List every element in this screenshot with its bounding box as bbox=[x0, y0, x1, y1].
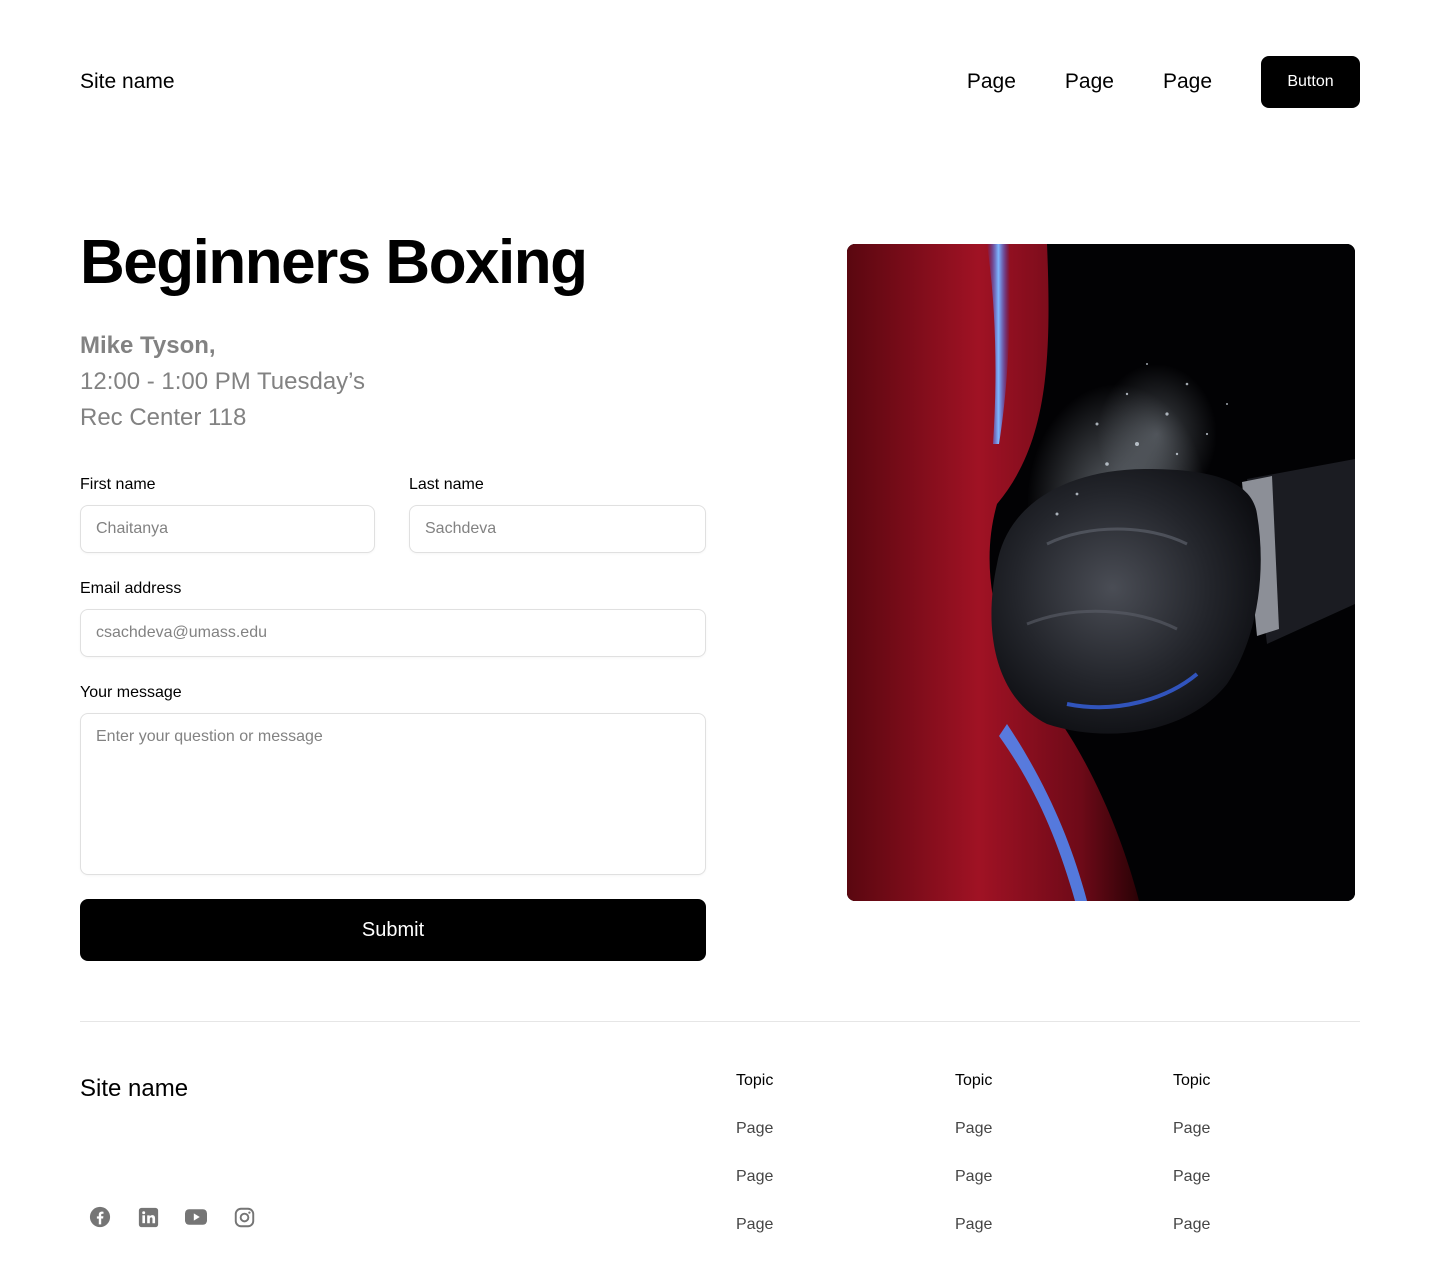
boxing-photo bbox=[847, 244, 1355, 901]
nav-link-page-3[interactable]: Page bbox=[1163, 70, 1212, 94]
footer-topic: Topic bbox=[1173, 1072, 1211, 1089]
nav-link-page-1[interactable]: Page bbox=[967, 70, 1016, 94]
footer-column-1: Topic Page Page Page bbox=[736, 1070, 773, 1262]
linkedin-icon[interactable] bbox=[136, 1205, 160, 1229]
name-row: First name Chaitanya Last name Sachdeva bbox=[80, 474, 706, 553]
footer-link[interactable]: Page bbox=[736, 1214, 773, 1236]
nav-links: Page Page Page Button bbox=[967, 56, 1360, 108]
message-textarea[interactable]: Enter your question or message bbox=[80, 713, 706, 875]
footer-column-3: Topic Page Page Page bbox=[1173, 1070, 1210, 1262]
footer-link[interactable]: Page bbox=[1173, 1214, 1210, 1236]
footer-topic: Topic bbox=[955, 1072, 993, 1089]
footer-topic: Topic bbox=[736, 1072, 774, 1089]
last-name-label: Last name bbox=[409, 476, 484, 493]
message-label: Your message bbox=[80, 684, 182, 701]
last-name-field: Last name Sachdeva bbox=[409, 474, 706, 553]
email-label: Email address bbox=[80, 580, 182, 597]
footer-link[interactable]: Page bbox=[1173, 1166, 1210, 1188]
first-name-label: First name bbox=[80, 476, 156, 493]
footer-link[interactable]: Page bbox=[955, 1214, 992, 1236]
instagram-icon[interactable] bbox=[232, 1205, 256, 1229]
footer-link[interactable]: Page bbox=[955, 1166, 992, 1188]
top-nav: Site name Page Page Page Button bbox=[80, 56, 1360, 108]
footer-link[interactable]: Page bbox=[736, 1166, 773, 1188]
page-title: Beginners Boxing bbox=[80, 228, 588, 297]
footer-link[interactable]: Page bbox=[1173, 1118, 1210, 1140]
footer-link[interactable]: Page bbox=[736, 1118, 773, 1140]
last-name-input[interactable]: Sachdeva bbox=[409, 505, 706, 553]
header-button[interactable]: Button bbox=[1261, 56, 1360, 108]
footer-site-name[interactable]: Site name bbox=[80, 1075, 188, 1103]
boxing-glove-image bbox=[847, 244, 1355, 901]
email-field: Email address csachdeva@umass.edu bbox=[80, 578, 706, 657]
footer-link[interactable]: Page bbox=[955, 1118, 992, 1140]
nav-link-page-2[interactable]: Page bbox=[1065, 70, 1114, 94]
footer-column-2: Topic Page Page Page bbox=[955, 1070, 992, 1262]
youtube-icon[interactable] bbox=[184, 1205, 208, 1229]
class-location: Rec Center 118 bbox=[80, 404, 247, 431]
class-details: Mike Tyson, 12:00 - 1:00 PM Tuesday’s Re… bbox=[80, 328, 365, 436]
submit-button[interactable]: Submit bbox=[80, 899, 706, 961]
message-field: Your message Enter your question or mess… bbox=[80, 682, 706, 875]
footer-divider bbox=[80, 1021, 1360, 1022]
instructor-name: Mike Tyson, bbox=[80, 332, 216, 359]
facebook-icon[interactable] bbox=[88, 1205, 112, 1229]
first-name-input[interactable]: Chaitanya bbox=[80, 505, 375, 553]
signup-form: First name Chaitanya Last name Sachdeva … bbox=[80, 474, 706, 961]
email-input[interactable]: csachdeva@umass.edu bbox=[80, 609, 706, 657]
social-links bbox=[88, 1205, 280, 1229]
site-name[interactable]: Site name bbox=[80, 70, 175, 94]
class-time: 12:00 - 1:00 PM Tuesday’s bbox=[80, 368, 366, 395]
first-name-field: First name Chaitanya bbox=[80, 474, 375, 553]
